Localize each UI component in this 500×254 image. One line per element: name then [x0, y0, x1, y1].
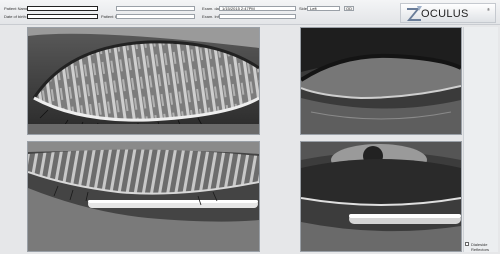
oculus-logo-text: OCULUS [421, 8, 469, 20]
date-of-birth-field[interactable] [27, 14, 98, 19]
patient-id-field[interactable] [116, 14, 195, 19]
eye-image-upper-right[interactable] [300, 27, 462, 135]
patient-name-field[interactable] [27, 6, 98, 11]
exam-date-field[interactable]: 1/15/2015 2:47PM [219, 6, 296, 11]
eye-image-lower-right[interactable] [300, 141, 462, 252]
registered-mark: ® [487, 7, 490, 12]
patient-name-label: Patient Name: [4, 6, 30, 11]
oculus-logo: OCULUS ® [400, 3, 496, 23]
patient-header: Patient Name: Date of birth: Patient ID:… [0, 0, 500, 25]
meibography-image-upper-left[interactable] [27, 27, 260, 135]
exam-info-field[interactable] [219, 14, 296, 19]
patient-extra-field[interactable] [116, 6, 195, 11]
side-od-button[interactable]: OD [344, 6, 354, 11]
right-sidebar [463, 27, 498, 252]
date-of-birth-label: Date of birth: [4, 14, 27, 19]
meibography-image-lower-left[interactable] [27, 141, 260, 252]
dialeside-reflectors-label: Dialeside Reflectors [471, 242, 490, 252]
dialeside-reflectors-checkbox[interactable] [465, 242, 469, 246]
side-field[interactable]: Left [307, 6, 340, 11]
